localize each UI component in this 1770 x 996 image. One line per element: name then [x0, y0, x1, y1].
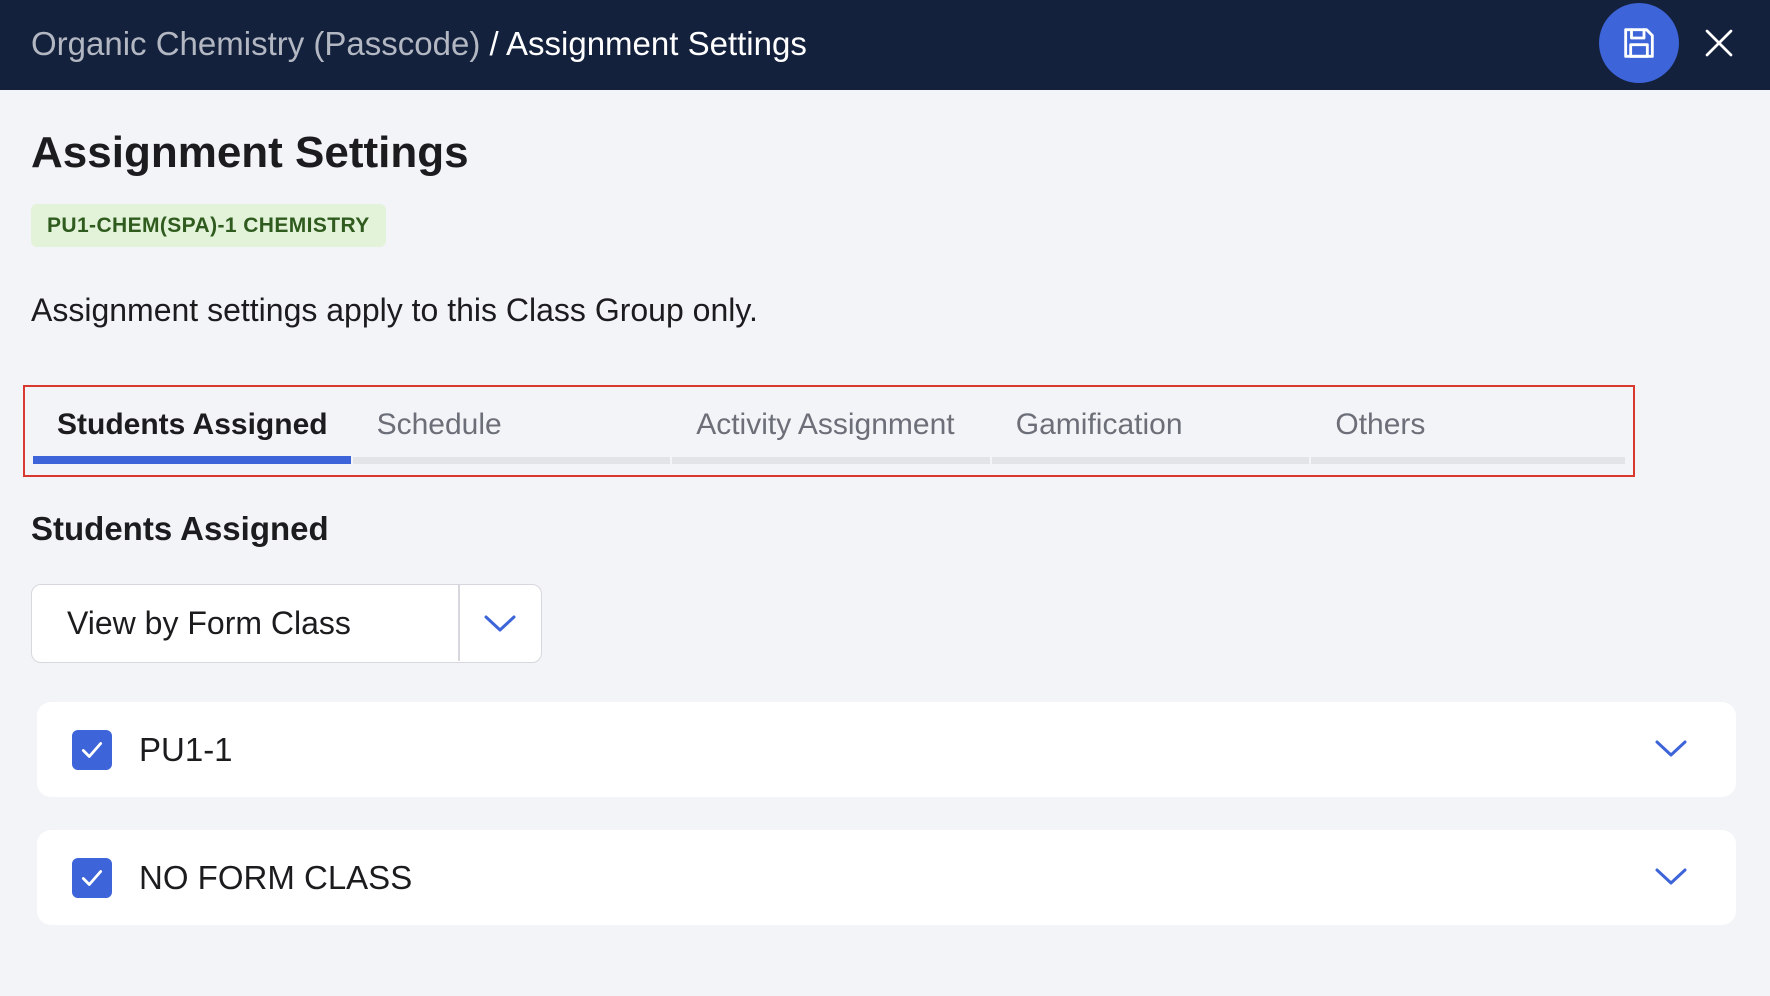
close-icon	[1705, 29, 1733, 57]
form-class-checkbox[interactable]	[72, 730, 112, 770]
tab-label: Students Assigned	[57, 408, 328, 441]
tab-label: Others	[1335, 408, 1426, 441]
tab-underline	[991, 457, 1310, 464]
tabs-highlight-frame: Students Assigned Schedule Activity Assi…	[23, 385, 1635, 477]
tab-gamification[interactable]: Gamification	[991, 387, 1312, 475]
checkmark-icon	[81, 870, 103, 886]
form-class-label: NO FORM CLASS	[139, 859, 413, 896]
chevron-down-icon	[1655, 868, 1687, 885]
select-toggle[interactable]	[480, 607, 520, 641]
settings-description: Assignment settings apply to this Class …	[31, 292, 758, 328]
breadcrumb-parent-link[interactable]: Organic Chemistry (Passcode)	[31, 25, 480, 62]
tab-others[interactable]: Others	[1311, 387, 1627, 475]
chevron-down-icon	[1655, 740, 1687, 757]
breadcrumb: Organic Chemistry (Passcode) / Assignmen…	[31, 0, 807, 90]
breadcrumb-separator: /	[480, 25, 506, 62]
top-bar: Organic Chemistry (Passcode) / Assignmen…	[0, 0, 1770, 90]
form-class-checkbox[interactable]	[72, 858, 112, 898]
floppy-disk-icon	[1624, 28, 1654, 58]
select-value: View by Form Class	[67, 605, 351, 641]
tab-schedule[interactable]: Schedule	[352, 387, 673, 475]
page-title: Assignment Settings	[31, 128, 469, 177]
checkmark-icon	[81, 742, 103, 758]
tab-label: Activity Assignment	[696, 408, 955, 441]
close-button[interactable]	[1698, 22, 1740, 64]
tab-label: Schedule	[376, 408, 502, 441]
tab-underline	[672, 457, 990, 464]
expand-row-button[interactable]	[1651, 860, 1691, 894]
form-class-row[interactable]: NO FORM CLASS	[37, 830, 1736, 925]
chevron-down-icon	[484, 615, 516, 632]
tab-label: Gamification	[1015, 408, 1183, 441]
form-class-row[interactable]: PU1-1	[37, 702, 1736, 797]
breadcrumb-current: Assignment Settings	[506, 25, 807, 62]
settings-tabs: Students Assigned Schedule Activity Assi…	[33, 387, 1627, 475]
view-by-select[interactable]: View by Form Class	[31, 584, 542, 663]
select-divider	[458, 585, 460, 661]
tab-underline	[352, 457, 671, 464]
section-heading: Students Assigned	[31, 510, 329, 547]
tab-students-assigned[interactable]: Students Assigned	[33, 387, 353, 475]
form-class-label: PU1-1	[139, 731, 233, 768]
expand-row-button[interactable]	[1651, 732, 1691, 766]
tab-active-indicator	[33, 456, 351, 464]
class-group-badge: PU1-CHEM(SPA)-1 CHEMISTRY	[31, 204, 386, 247]
tab-activity-assignment[interactable]: Activity Assignment	[672, 387, 992, 475]
tab-underline	[1311, 457, 1625, 464]
save-button[interactable]	[1599, 3, 1679, 83]
